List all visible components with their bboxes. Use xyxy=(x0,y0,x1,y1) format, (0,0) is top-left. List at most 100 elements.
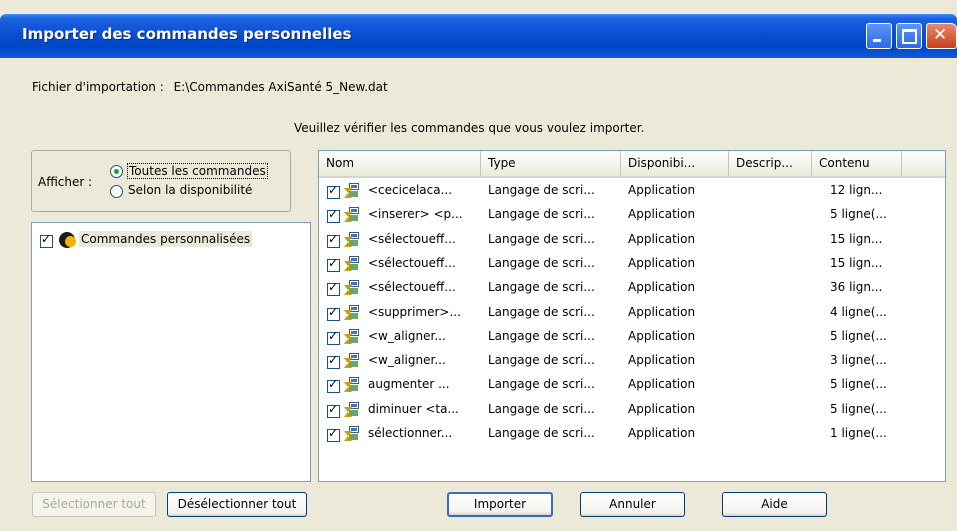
row-content: 5 ligne(... xyxy=(830,328,887,343)
radio-all-commands-label[interactable]: Toutes les commandes xyxy=(127,163,268,179)
row-checkbox[interactable] xyxy=(327,353,340,370)
script-icon xyxy=(344,182,359,199)
row-content: 5 ligne(... xyxy=(830,377,887,392)
row-checkbox[interactable] xyxy=(327,377,340,394)
row-availability: Application xyxy=(628,183,696,197)
row-content: 12 lign... xyxy=(830,183,883,197)
row-checkbox[interactable] xyxy=(327,402,340,418)
table-row[interactable]: <cecicelaca... Langage de scri... Applicat… xyxy=(319,181,945,203)
commands-list[interactable]: Nom Type Disponibi... Descrip... Contenu… xyxy=(318,150,946,482)
row-content: 15 lign... xyxy=(830,231,883,246)
import-file-line: Fichier d'importation : E:\Commandes Axi… xyxy=(32,80,388,94)
help-button[interactable]: Aide xyxy=(722,492,827,517)
maximize-icon[interactable] xyxy=(896,23,922,49)
row-content: 1 ligne(... xyxy=(830,426,887,440)
script-icon xyxy=(344,401,359,418)
row-content: 15 lign... xyxy=(830,255,883,270)
select-all-button[interactable]: Sélectionner tout xyxy=(32,492,156,517)
table-row[interactable]: <sélectoueff... Langage de scri... Applica… xyxy=(319,254,945,276)
category-tree[interactable]: Commandes personnalisées xyxy=(31,222,311,482)
radio-by-availability-label[interactable]: Selon la disponibilité xyxy=(128,183,252,197)
row-name: diminuer <ta... xyxy=(368,401,459,416)
row-checkbox[interactable] xyxy=(327,329,340,345)
row-name: <w_aligner... xyxy=(368,328,446,343)
script-icon xyxy=(344,425,359,442)
script-icon xyxy=(344,304,359,321)
row-content: 5 ligne(... xyxy=(830,207,887,222)
filter-label: Afficher : xyxy=(38,175,93,189)
row-name: augmenter ... xyxy=(368,377,450,392)
file-path: E:\Commandes AxiSanté 5_New.dat xyxy=(173,80,388,94)
row-type: Langage de scri... xyxy=(488,401,595,416)
row-availability: Application xyxy=(628,207,696,222)
list-header: Nom Type Disponibi... Descrip... Contenu xyxy=(319,151,945,178)
row-type: Langage de scri... xyxy=(488,183,595,197)
row-name: <sélectoueff... xyxy=(368,255,456,270)
row-availability: Application xyxy=(628,377,696,392)
row-content: 36 lign... xyxy=(830,280,883,295)
instruction-text: Veuillez vérifier les commandes que vous… xyxy=(294,121,645,135)
tree-item-label: Commandes personnalisées xyxy=(79,231,253,247)
column-header-name[interactable]: Nom xyxy=(319,151,481,176)
row-type: Langage de scri... xyxy=(488,377,595,392)
script-icon xyxy=(344,376,359,393)
close-icon[interactable] xyxy=(926,23,957,49)
column-header-availability[interactable]: Disponibi... xyxy=(621,151,729,176)
script-icon xyxy=(344,279,359,296)
row-availability: Application xyxy=(628,255,696,270)
row-checkbox[interactable] xyxy=(327,183,340,199)
row-content: 3 ligne(... xyxy=(830,353,887,368)
row-content: 5 ligne(... xyxy=(830,401,887,416)
row-type: Langage de scri... xyxy=(488,304,595,319)
table-row[interactable]: <w_aligner... Langage de scri... Applicati… xyxy=(319,327,945,349)
radio-by-availability[interactable] xyxy=(110,185,123,198)
minimize-icon[interactable] xyxy=(866,23,892,49)
script-icon xyxy=(344,255,359,272)
column-header-type[interactable]: Type xyxy=(481,151,621,176)
radio-all-commands[interactable] xyxy=(110,165,123,178)
row-name: <sélectoueff... xyxy=(368,280,456,295)
script-icon xyxy=(344,352,359,369)
row-availability: Application xyxy=(628,231,696,246)
table-row[interactable]: <sélectoueff... Langage de scri... Applica… xyxy=(319,230,945,252)
row-type: Langage de scri... xyxy=(488,207,595,222)
row-availability: Application xyxy=(628,426,696,440)
row-checkbox[interactable] xyxy=(327,305,340,321)
row-name: <sélectoueff... xyxy=(368,231,456,246)
import-dialog: Importer des commandes personnelles Fich… xyxy=(0,0,957,531)
row-checkbox[interactable] xyxy=(327,426,340,442)
table-row[interactable]: <w_aligner... Langage de scri... Applicati… xyxy=(319,351,945,373)
row-type: Langage de scri... xyxy=(488,426,595,440)
row-name: <cecicelaca... xyxy=(368,183,453,197)
row-checkbox[interactable] xyxy=(327,280,340,297)
row-name: <supprimer>... xyxy=(368,304,461,319)
row-name: <inserer> <p... xyxy=(368,207,463,222)
import-button[interactable]: Importer xyxy=(447,492,553,517)
script-icon xyxy=(344,231,359,248)
column-header-content[interactable]: Contenu xyxy=(812,151,902,176)
tree-item-checkbox[interactable] xyxy=(40,232,53,248)
row-checkbox[interactable] xyxy=(327,232,340,248)
row-availability: Application xyxy=(628,280,696,295)
table-row[interactable]: sélectionner... Langage de scri... Applica… xyxy=(319,424,945,446)
row-type: Langage de scri... xyxy=(488,231,595,246)
user-folder-icon xyxy=(59,232,76,248)
row-type: Langage de scri... xyxy=(488,255,595,270)
row-availability: Application xyxy=(628,328,696,343)
row-type: Langage de scri... xyxy=(488,280,595,295)
table-row[interactable]: diminuer <ta... Langage de scri... Applica… xyxy=(319,400,945,422)
cancel-button[interactable]: Annuler xyxy=(580,492,685,517)
table-row[interactable]: augmenter ... Langage de scri... Applicati… xyxy=(319,375,945,397)
row-checkbox[interactable] xyxy=(327,207,340,224)
table-row[interactable]: <sélectoueff... Langage de scri... Applica… xyxy=(319,278,945,300)
row-checkbox[interactable] xyxy=(327,256,340,272)
row-type: Langage de scri... xyxy=(488,328,595,343)
table-row[interactable]: <supprimer>... Langage de scri... Applicat… xyxy=(319,303,945,325)
row-content: 4 ligne(... xyxy=(830,304,887,319)
title-bar[interactable]: Importer des commandes personnelles xyxy=(0,14,957,58)
row-name: <w_aligner... xyxy=(368,353,446,368)
table-row[interactable]: <inserer> <p... Langage de scri... Applica… xyxy=(319,205,945,227)
deselect-all-button[interactable]: Désélectionner tout xyxy=(167,492,307,517)
column-header-description[interactable]: Descrip... xyxy=(729,151,812,176)
filter-group: Afficher : Toutes les commandes Selon la… xyxy=(31,150,291,212)
